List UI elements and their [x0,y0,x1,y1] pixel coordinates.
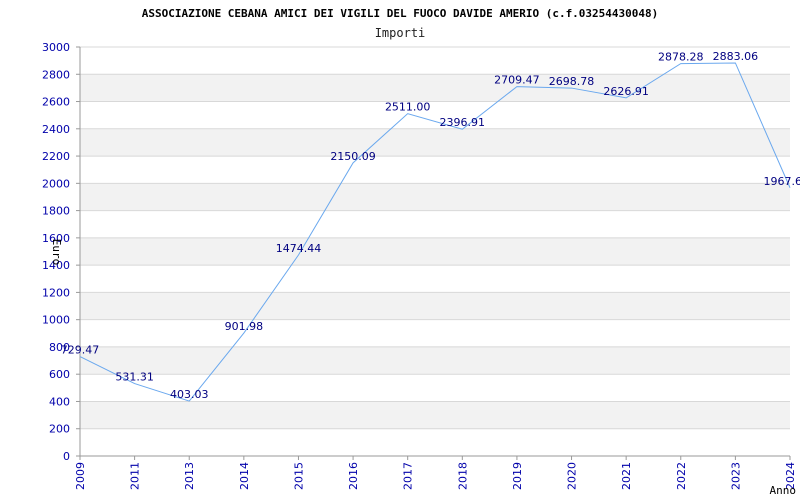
y-tick-label: 2400 [42,123,70,136]
data-label: 2626.91 [603,85,649,98]
data-label: 2698.78 [549,75,595,88]
y-tick-label: 400 [49,395,70,408]
y-tick-label: 2000 [42,177,70,190]
x-tick-label: 2017 [402,462,415,490]
data-label: 2709.47 [494,74,540,87]
x-tick-labels: 2009 2011 2013 2014 2015 2016 2017 2018 2019 2020… [74,462,797,490]
y-tick-label: 200 [49,423,70,436]
data-label: 2883.06 [713,50,759,63]
grid-band [80,346,790,375]
y-tick-label: 1800 [42,205,70,218]
line-chart: ASSOCIAZIONE CEBANA AMICI DEI VIGILI DEL… [42,7,800,497]
data-label: 1967.6 [764,175,800,188]
data-label: 2878.28 [658,51,704,64]
data-label: 403.03 [170,388,209,401]
grid-bands [80,74,790,429]
data-label: 531.31 [115,371,154,384]
chart-subtitle: Importi [375,26,426,40]
x-tick-label: 2016 [347,462,360,490]
x-tick-label: 2015 [292,462,305,490]
x-tick-label: 2013 [183,462,196,490]
chart-title: ASSOCIAZIONE CEBANA AMICI DEI VIGILI DEL… [142,7,659,20]
x-tick-label: 2019 [511,462,524,490]
x-tick-label: 2021 [620,462,633,490]
grid-band [80,128,790,157]
data-label: 901.98 [225,320,264,333]
y-tick-label: 1200 [42,286,70,299]
y-tick-label: 0 [63,450,70,463]
data-label: 1474.44 [276,242,322,255]
data-label: 2511.00 [385,101,431,114]
grid-band [80,183,790,211]
x-tick-label: 2011 [129,462,142,490]
data-label: 2150.09 [330,150,376,163]
y-axis-label: Euro [50,239,63,266]
grid-band [80,401,790,429]
x-tick-label: 2009 [74,462,87,490]
grid-band [80,74,790,102]
data-label: 2396.91 [440,116,486,129]
grid-band [80,292,790,320]
x-tick-label: 2022 [675,462,688,490]
x-axis-label: Anno [770,484,797,497]
y-tick-label: 1000 [42,314,70,327]
y-tick-label: 2600 [42,96,70,109]
x-tick-label: 2018 [456,462,469,490]
x-tick-label: 2014 [238,462,251,490]
x-tick-label: 2020 [566,462,579,490]
data-label: 729.47 [61,344,100,357]
y-tick-label: 600 [49,368,70,381]
grid-band [80,237,790,266]
y-tick-label: 2200 [42,150,70,163]
y-tick-label: 2800 [42,68,70,81]
x-tick-label: 2023 [729,462,742,490]
y-tick-label: 3000 [42,41,70,54]
